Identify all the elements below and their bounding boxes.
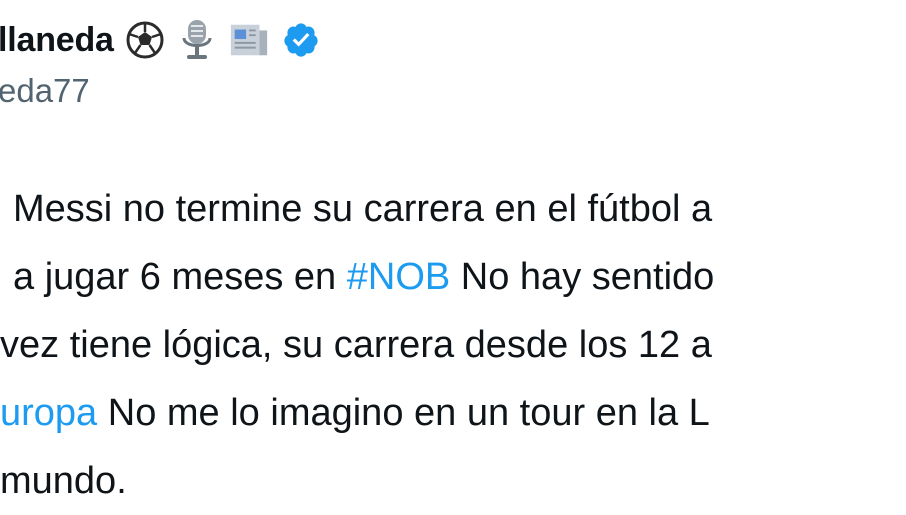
tweet-text: Messi no termine su carrera en el fútbol… [0, 175, 906, 515]
tweet-text-segment: mundo. [0, 460, 127, 502]
microphone-icon [176, 19, 218, 61]
tweet-line: mundo. [0, 447, 906, 515]
user-handle[interactable]: eda77 [0, 74, 90, 107]
tweet-text-segment: vez tiene lógica, su carrera desde los 1… [0, 324, 712, 366]
tweet-text-segment: Messi no termine su carrera en el fútbol… [13, 188, 713, 230]
display-name[interactable]: llaneda [0, 23, 114, 57]
tweet-text-segment: a jugar 6 meses en [13, 256, 347, 298]
tweet-header: llaneda [0, 10, 322, 70]
newspaper-icon [228, 19, 270, 61]
soccer-ball-icon [124, 19, 166, 61]
verified-badge-icon [280, 19, 322, 61]
tweet-line: vez tiene lógica, su carrera desde los 1… [0, 311, 906, 379]
tweet-line: Messi no termine su carrera en el fútbol… [0, 175, 906, 243]
hashtag-link[interactable]: #NOB [347, 256, 450, 298]
tweet-line: a jugar 6 meses en #NOB No hay sentido [0, 243, 906, 311]
tweet-line: uropa No me lo imagino en un tour en la … [0, 379, 906, 447]
text-link[interactable]: uropa [0, 392, 97, 434]
tweet-text-segment: No hay sentido [450, 256, 715, 298]
tweet-text-segment: No me lo imagino en un tour en la L [97, 392, 710, 434]
